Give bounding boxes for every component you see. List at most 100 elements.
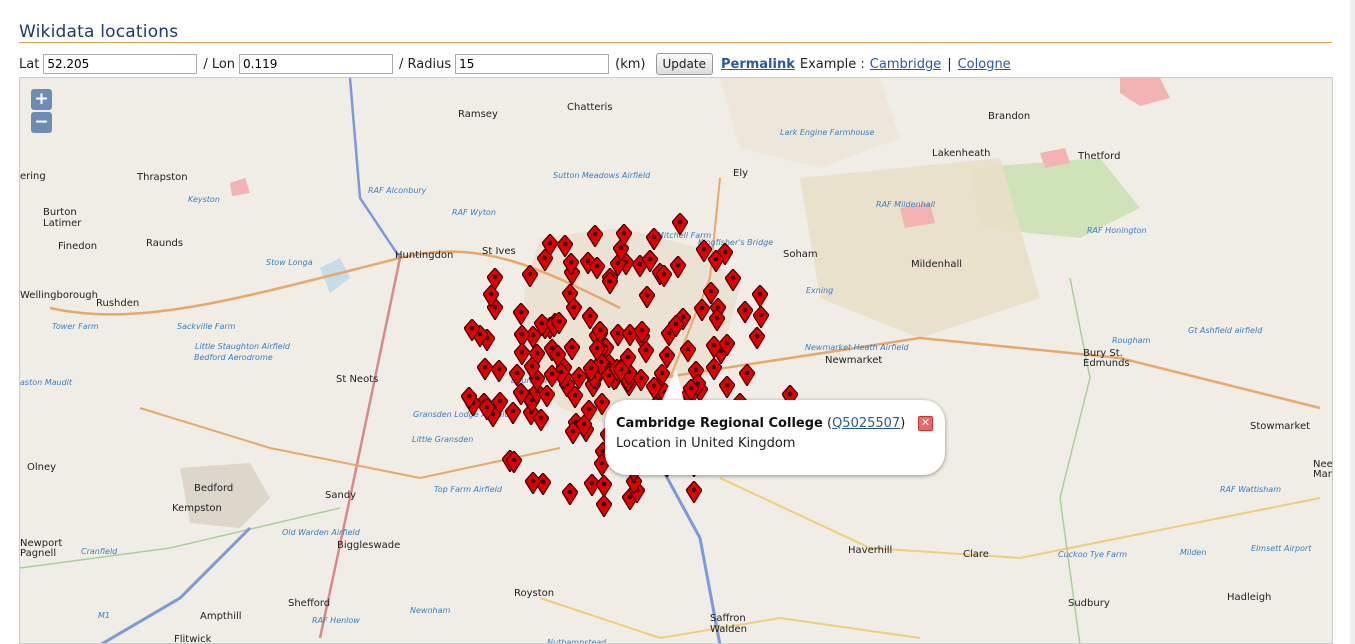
- location-marker-icon[interactable]: [562, 252, 579, 275]
- location-marker-icon[interactable]: [694, 299, 711, 322]
- place-label: Little Gransden: [412, 435, 474, 444]
- location-marker-icon[interactable]: [718, 334, 735, 357]
- location-marker-icon[interactable]: [524, 472, 541, 495]
- update-button[interactable]: Update: [655, 53, 713, 75]
- location-marker-icon[interactable]: [596, 494, 613, 517]
- place-label: Burton: [43, 207, 77, 218]
- location-marker-icon[interactable]: [505, 402, 522, 425]
- place-label: Elmsett Airport: [1251, 544, 1312, 553]
- location-marker-icon[interactable]: [589, 338, 606, 361]
- wikidata-id-link[interactable]: Q5025507: [832, 416, 900, 431]
- place-label: Huntingdon: [395, 250, 454, 261]
- location-marker-icon[interactable]: [639, 285, 656, 308]
- place-label: RAF Wattisham: [1220, 485, 1281, 494]
- radius-input[interactable]: [455, 54, 610, 74]
- location-marker-icon[interactable]: [506, 451, 523, 474]
- place-label: Newmarket: [825, 355, 883, 366]
- place-label: St Neots: [336, 374, 379, 385]
- location-marker-icon[interactable]: [705, 358, 722, 381]
- location-marker-icon[interactable]: [709, 309, 726, 332]
- location-marker-icon[interactable]: [463, 318, 480, 341]
- location-marker-icon[interactable]: [737, 301, 754, 324]
- place-label: Cranfield: [81, 547, 118, 556]
- zoom-controls: + −: [31, 89, 52, 133]
- location-marker-icon[interactable]: [655, 265, 672, 288]
- location-marker-icon[interactable]: [536, 249, 553, 272]
- location-marker-icon[interactable]: [461, 387, 478, 410]
- location-marker-icon[interactable]: [563, 337, 580, 360]
- location-marker-icon[interactable]: [696, 239, 713, 262]
- location-marker-icon[interactable]: [595, 474, 612, 497]
- place-label: Milden: [1180, 548, 1207, 557]
- location-marker-icon[interactable]: [668, 314, 685, 337]
- location-marker-icon[interactable]: [483, 285, 500, 308]
- place-label: Latimer: [43, 218, 82, 229]
- lon-input[interactable]: [239, 54, 394, 74]
- radius-label: / Radius: [399, 56, 452, 72]
- page-title: Wikidata locations: [19, 22, 179, 42]
- location-marker-icon[interactable]: [532, 409, 549, 432]
- place-label: Mildenhall: [911, 259, 963, 270]
- place-label: Stow Longa: [266, 258, 313, 267]
- popup-close-icon[interactable]: ✕: [918, 416, 933, 431]
- location-marker-icon[interactable]: [522, 264, 539, 287]
- page-scrollbar[interactable]: [1350, 0, 1355, 644]
- place-label: Sudbury: [1068, 598, 1110, 609]
- location-marker-icon[interactable]: [685, 481, 702, 504]
- location-marker-icon[interactable]: [512, 303, 529, 326]
- location-marker-icon[interactable]: [749, 326, 766, 349]
- place-label: Olney: [27, 462, 57, 473]
- location-marker-icon[interactable]: [508, 363, 525, 386]
- location-marker-icon[interactable]: [613, 360, 630, 383]
- place-label: St Ives: [482, 246, 516, 257]
- place-label: Old Warden Airfield: [282, 528, 360, 537]
- place-label: Clare: [963, 549, 989, 560]
- location-marker-icon[interactable]: [637, 340, 654, 363]
- location-marker-icon[interactable]: [550, 311, 567, 334]
- location-marker-icon[interactable]: [752, 306, 769, 329]
- location-marker-icon[interactable]: [539, 384, 556, 407]
- location-marker-icon[interactable]: [752, 285, 768, 307]
- location-marker-icon[interactable]: [565, 297, 582, 320]
- place-label: Gt Ashfield airfield: [1188, 326, 1263, 335]
- place-label: Soham: [783, 249, 818, 260]
- location-marker-icon[interactable]: [490, 359, 507, 382]
- place-label: Royston: [514, 588, 555, 599]
- location-marker-icon[interactable]: [672, 213, 688, 235]
- map-view[interactable]: Chatteris Ramsey Ely Brandon Lakenheath Thetf…: [19, 77, 1333, 644]
- place-label: RAF Wyton: [452, 208, 496, 217]
- place-label: Newmarket Heath Airfield: [805, 343, 909, 352]
- popup-title-row: Cambridge Regional College (Q5025507): [616, 416, 905, 431]
- location-marker-icon[interactable]: [582, 359, 599, 382]
- place-label: M1: [98, 611, 110, 620]
- location-marker-icon[interactable]: [478, 397, 495, 420]
- location-marker-icon[interactable]: [679, 340, 696, 363]
- location-marker-icon[interactable]: [739, 364, 756, 387]
- lon-label: / Lon: [203, 56, 236, 72]
- location-marker-icon[interactable]: [544, 364, 561, 387]
- place-label: Stowmarket: [1250, 421, 1311, 432]
- zoom-out-button[interactable]: −: [31, 112, 52, 133]
- location-marker-icon[interactable]: [615, 223, 632, 246]
- place-label: Bedford Aerodrome: [194, 353, 273, 362]
- lat-input[interactable]: [43, 54, 198, 74]
- location-marker-icon[interactable]: [587, 225, 603, 247]
- zoom-in-button[interactable]: +: [31, 89, 52, 110]
- place-label: Bedford: [194, 483, 234, 494]
- permalink-link[interactable]: Permalink: [721, 57, 795, 72]
- location-marker-icon[interactable]: [725, 268, 742, 291]
- example-link-cambridge[interactable]: Cambridge: [870, 57, 941, 72]
- location-marker-icon[interactable]: [634, 320, 651, 343]
- location-marker-icon[interactable]: [601, 272, 618, 295]
- location-marker-icon[interactable]: [575, 415, 592, 438]
- popup-qid-close: ): [900, 416, 906, 431]
- place-label: Ampthill: [200, 611, 242, 622]
- example-link-cologne[interactable]: Cologne: [958, 57, 1011, 72]
- title-rule: [19, 42, 1332, 43]
- location-marker-icon[interactable]: [514, 342, 531, 365]
- place-label: Sutton Meadows Airfield: [553, 171, 651, 180]
- location-marker-icon[interactable]: [670, 255, 687, 278]
- location-marker-icon[interactable]: [645, 228, 662, 251]
- place-label: Rougham: [1112, 336, 1151, 345]
- location-marker-icon[interactable]: [562, 482, 579, 505]
